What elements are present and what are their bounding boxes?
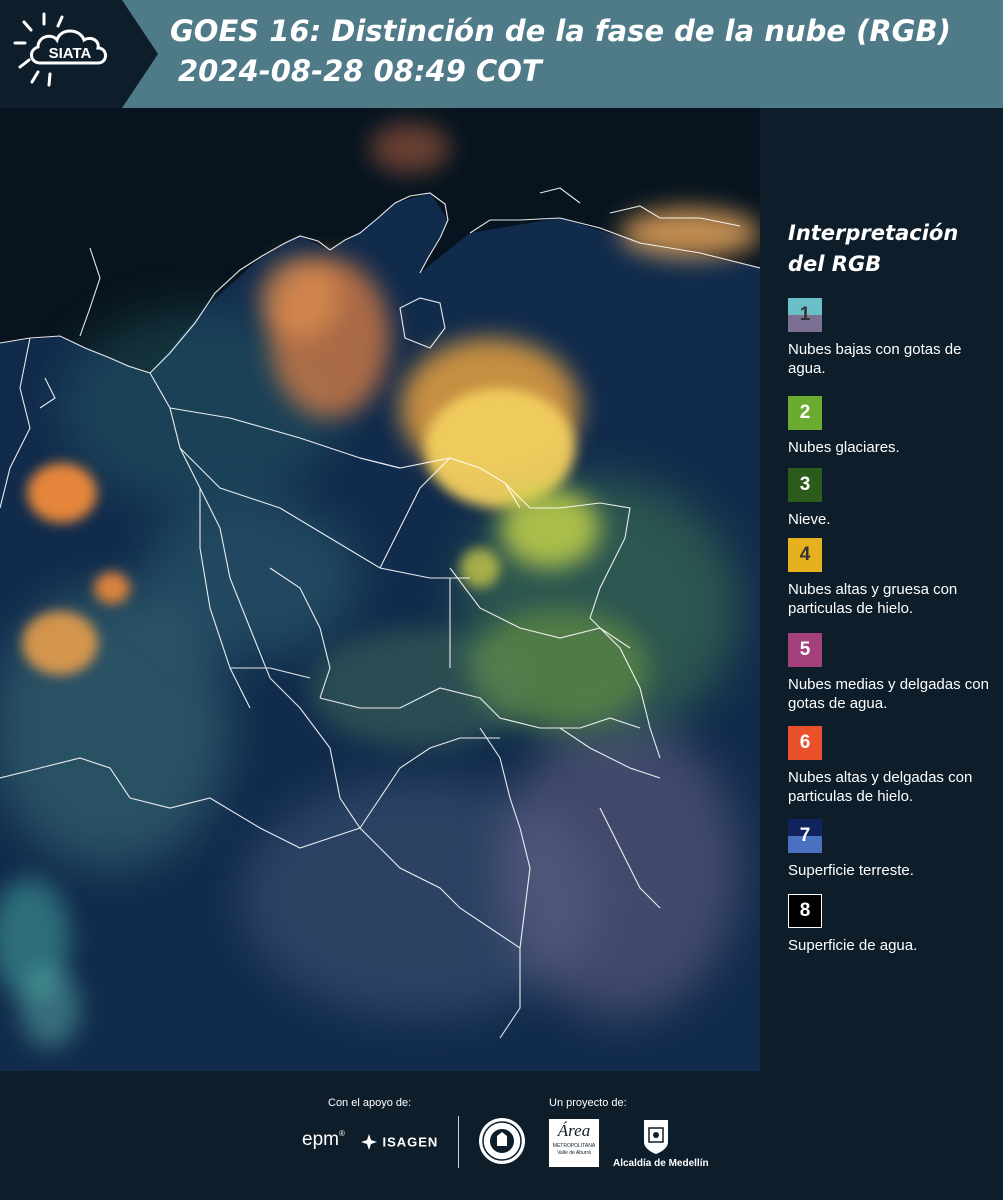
isagen-logo-text: ISAGEN xyxy=(382,1134,439,1150)
area-logo-line1: METROPOLITANA xyxy=(552,1143,596,1149)
legend-number: 8 xyxy=(799,900,811,921)
isagen-logo: ISAGEN xyxy=(360,1133,438,1151)
project-label: Un proyecto de: xyxy=(549,1097,627,1109)
legend-swatch: 5 xyxy=(788,633,822,667)
timestamp: 2024-08-28 08:49 COT xyxy=(178,54,542,88)
map-canvas xyxy=(0,108,760,1071)
siata-logo-tab: SIATA xyxy=(0,0,158,108)
alcaldia-shield-icon xyxy=(644,1120,668,1154)
legend-label: Nubes glaciares. xyxy=(788,439,900,456)
alcaldia-logo-text: Alcaldía de Medellín xyxy=(613,1158,709,1169)
legend-label: Nubes bajas con gotas de agua. xyxy=(788,341,962,377)
seal-logo-icon xyxy=(479,1118,525,1164)
legend-item: 7 Superficie terreste. xyxy=(788,819,1000,880)
siata-logo-text: SIATA xyxy=(49,45,92,62)
area-logo-line2: Valle de Aburrá xyxy=(557,1150,591,1156)
legend-panel: Interpretación del RGB 1 Nubes bajas con… xyxy=(760,108,1003,1071)
page-title: GOES 16: Distinción de la fase de la nub… xyxy=(170,14,951,48)
area-logo-script: Área xyxy=(557,1121,591,1140)
legend-swatch: 8 xyxy=(788,894,822,928)
legend-title: Interpretación del RGB xyxy=(788,218,988,280)
area-metropolitana-logo: Área METROPOLITANA Valle de Aburrá xyxy=(549,1119,599,1167)
legend-label: Nubes altas y delgadas con particulas de… xyxy=(788,769,973,805)
legend-label: Superficie de agua. xyxy=(788,937,918,954)
legend-number: 2 xyxy=(799,402,811,423)
legend-number: 3 xyxy=(799,474,811,495)
support-label: Con el apoyo de: xyxy=(328,1097,412,1109)
epm-logo-text: epm xyxy=(302,1129,339,1150)
legend-item: 3 Nieve. xyxy=(788,468,1000,529)
legend-item: 1 Nubes bajas con gotas de agua. xyxy=(788,298,1000,378)
footer-divider xyxy=(458,1116,459,1168)
legend-title-line1: Interpretación xyxy=(788,221,959,245)
footer: Con el apoyo de: Un proyecto de: epm® IS… xyxy=(0,1071,1003,1200)
legend-label: Nieve. xyxy=(788,511,831,528)
legend-title-line2: del RGB xyxy=(788,252,882,276)
legend-label: Superficie terreste. xyxy=(788,862,914,879)
legend-swatch: 3 xyxy=(788,468,822,502)
legend-swatch: 6 xyxy=(788,726,822,760)
legend-item: 2 Nubes glaciares. xyxy=(788,396,1000,457)
legend-number: 4 xyxy=(799,544,811,565)
epm-logo: epm® xyxy=(302,1129,345,1150)
legend-item: 6 Nubes altas y delgadas con particulas … xyxy=(788,726,1000,806)
legend-item: 4 Nubes altas y gruesa con particulas de… xyxy=(788,538,1000,618)
legend-number: 5 xyxy=(799,639,811,660)
legend-item: 8 Superficie de agua. xyxy=(788,894,1000,955)
satellite-map xyxy=(0,108,760,1071)
legend-number: 7 xyxy=(799,825,811,846)
legend-swatch: 4 xyxy=(788,538,822,572)
legend-number: 6 xyxy=(799,732,811,753)
legend-swatch: 7 xyxy=(788,819,822,853)
legend-swatch: 1 xyxy=(788,298,822,332)
legend-swatch: 2 xyxy=(788,396,822,430)
legend-number: 1 xyxy=(799,304,811,325)
legend-label: Nubes altas y gruesa con particulas de h… xyxy=(788,581,958,617)
legend-item: 5 Nubes medias y delgadas con gotas de a… xyxy=(788,633,1000,713)
header-bar: SIATA GOES 16: Distinción de la fase de … xyxy=(0,0,1003,108)
legend-label: Nubes medias y delgadas con gotas de agu… xyxy=(788,676,989,712)
isagen-star-icon xyxy=(361,1134,377,1150)
